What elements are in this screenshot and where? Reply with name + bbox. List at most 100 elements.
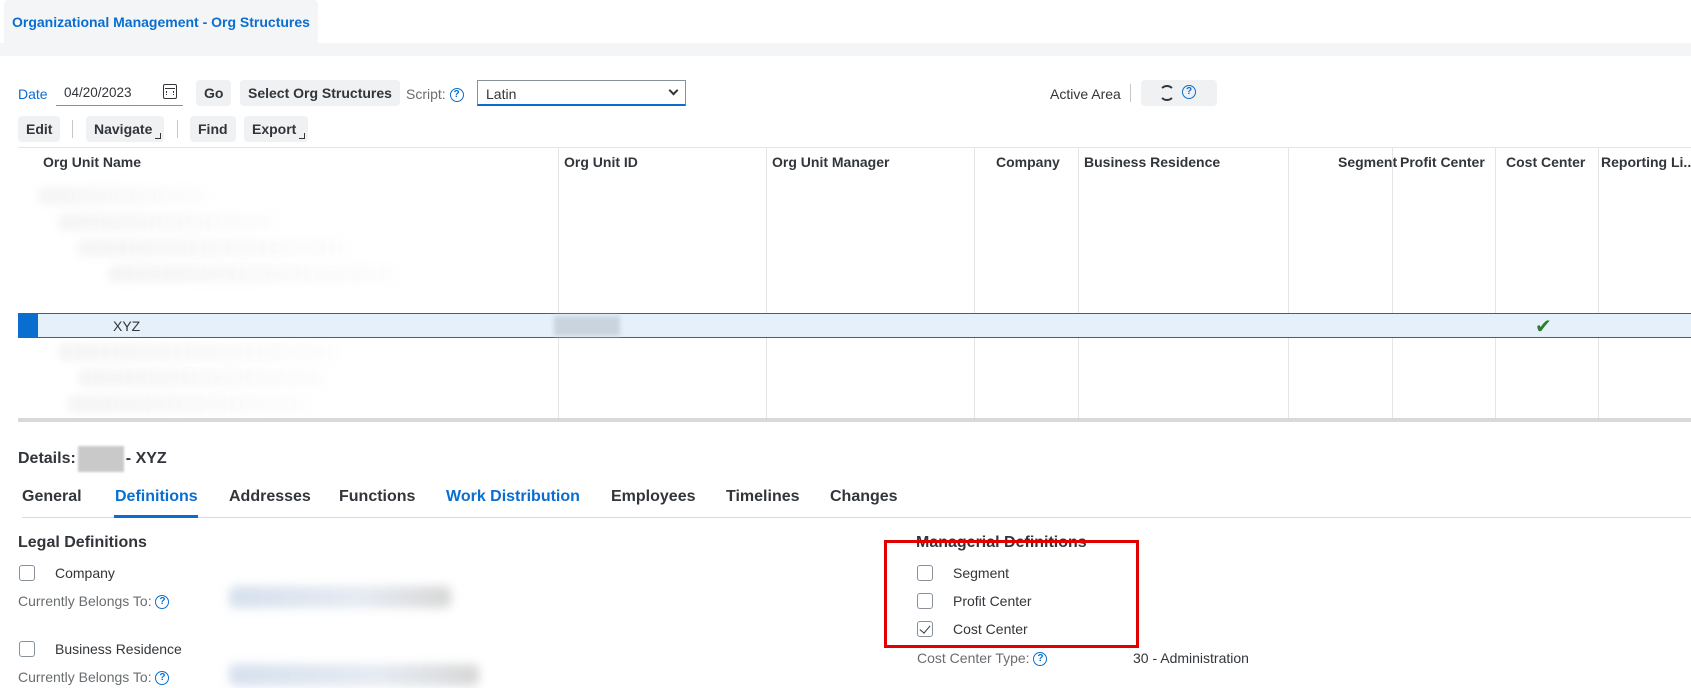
script-select-value: Latin [486,86,517,102]
currently-belongs-to-label: Currently Belongs To: ? [18,593,170,610]
org-unit-name-cell: XYZ [113,318,141,334]
column-header-org-unit-id[interactable]: Org Unit ID [564,154,638,170]
company-checkbox[interactable] [19,565,35,581]
currently-belongs-to-text: Currently Belongs To: [18,593,152,609]
app-tab-title: Organizational Management - Org Structur… [12,13,310,30]
legal-definitions-title: Legal Definitions [18,534,147,551]
details-title-prefix: Details: [18,450,76,468]
select-org-structures-button[interactable]: Select Org Structures [240,80,400,106]
refresh-icon [1159,85,1175,101]
cost-center-type-label: Cost Center Type: ? [917,650,1048,667]
tab-general[interactable]: General [22,488,82,506]
table-header: Org Unit Name Org Unit ID Org Unit Manag… [18,147,1691,175]
chevron-down-icon [668,85,679,96]
edit-button[interactable]: Edit [18,116,61,142]
column-header-segment[interactable]: Segment [1338,154,1397,170]
column-divider [974,147,975,422]
row-selector[interactable] [18,314,38,337]
script-select[interactable]: Latin [477,80,686,106]
navigate-button-label: Navigate [94,121,153,137]
table-row-obscured [38,187,208,205]
app-tab-bar: Organizational Management - Org Structur… [0,0,1691,56]
export-menu-button[interactable]: Export [244,116,309,142]
action-toolbar: Edit Navigate Find Export [18,116,418,142]
help-icon[interactable]: ? [449,88,464,103]
tab-changes[interactable]: Changes [830,488,898,506]
checkmark-icon: ✔ [1535,316,1552,338]
go-button-label: Go [204,85,224,101]
column-header-reporting-line[interactable]: Reporting Li... [1601,154,1691,170]
column-divider [1288,147,1289,422]
company-value-obscured [229,586,451,608]
column-divider [766,147,767,422]
currently-belongs-to-text: Currently Belongs To: [18,669,152,685]
date-value: 04/20/2023 [64,85,132,100]
column-header-org-unit-manager[interactable]: Org Unit Manager [772,154,889,170]
table-row-obscured [108,265,398,283]
column-header-company[interactable]: Company [996,154,1060,170]
filter-toolbar: Date 04/20/2023 Go Select Org Structures… [18,80,1688,108]
currently-belongs-to-label: Currently Belongs To: ? [18,669,170,686]
date-label: Date [18,86,48,102]
help-icon[interactable]: ? [1033,652,1048,667]
tab-strip [0,43,1691,56]
select-org-structures-label: Select Org Structures [248,85,392,101]
details-title: Details: - XYZ [18,446,167,472]
column-divider [1598,147,1599,422]
find-button[interactable]: Find [190,116,236,142]
table-scrollbar[interactable] [18,418,1691,422]
column-header-org-unit-name[interactable]: Org Unit Name [43,154,141,170]
help-icon[interactable]: ? [155,595,170,610]
column-divider [1495,147,1496,422]
refresh-button[interactable]: ? [1141,80,1217,106]
column-header-profit-center[interactable]: Profit Center [1400,154,1485,170]
table-row-obscured [78,369,328,387]
org-unit-id-obscured [77,446,124,472]
table-row-obscured [78,239,348,257]
cost-center-type-value: 30 - Administration [1133,650,1249,666]
org-tree-table: Org Unit Name Org Unit ID Org Unit Manag… [18,147,1691,422]
help-icon[interactable]: ? [1182,85,1196,99]
tab-functions[interactable]: Functions [339,488,415,506]
details-tab-bar: General Definitions Addresses Functions … [22,484,1691,518]
org-unit-id-cell-obscured [554,316,620,336]
tab-addresses[interactable]: Addresses [229,488,311,506]
active-area-label: Active Area [1050,86,1121,102]
script-label-text: Script: [406,86,446,102]
help-icon[interactable]: ? [155,671,170,686]
tab-work-distribution[interactable]: Work Distribution [446,488,580,506]
column-divider [1078,147,1079,422]
active-tab-indicator [114,515,198,518]
details-title-suffix: - XYZ [125,450,167,468]
find-button-label: Find [198,121,228,137]
tab-employees[interactable]: Employees [611,488,695,506]
company-checkbox-label: Company [55,565,115,581]
table-row-obscured [68,395,308,413]
menu-indicator-icon [299,133,306,139]
calendar-icon[interactable] [163,84,177,99]
export-button-label: Export [252,121,297,137]
script-label: Script: ? [406,86,464,103]
toolbar-separator [72,120,73,138]
table-row-obscured [58,213,278,231]
column-divider [558,147,559,422]
business-residence-checkbox[interactable] [19,641,35,657]
table-row-obscured [58,343,338,361]
column-divider [1392,147,1393,422]
business-residence-value-obscured [229,664,479,686]
toolbar-separator [1130,84,1131,102]
column-header-cost-center[interactable]: Cost Center [1506,154,1585,170]
table-row-selected[interactable]: XYZ ✔ [18,313,1691,338]
edit-button-label: Edit [26,121,53,137]
date-input[interactable]: 04/20/2023 [56,80,183,106]
tab-timelines[interactable]: Timelines [726,488,800,506]
business-residence-checkbox-label: Business Residence [55,641,182,657]
go-button[interactable]: Go [196,80,232,106]
app-tab-org-structures[interactable]: Organizational Management - Org Structur… [4,0,318,43]
menu-indicator-icon [155,133,162,139]
navigate-menu-button[interactable]: Navigate [86,116,165,142]
highlight-annotation-box [884,540,1139,648]
tab-definitions[interactable]: Definitions [115,488,198,506]
column-header-business-residence[interactable]: Business Residence [1084,154,1220,170]
cost-center-type-text: Cost Center Type: [917,650,1030,666]
